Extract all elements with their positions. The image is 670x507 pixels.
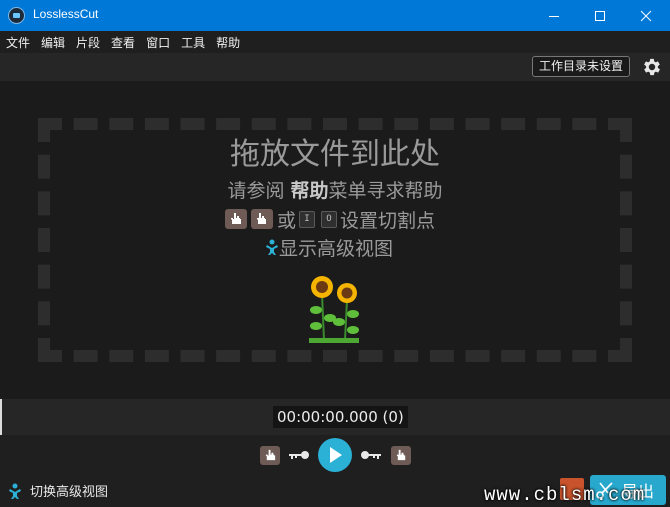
kbd-out: O	[321, 210, 338, 228]
help-hint-suffix: 菜单寻求帮助	[328, 180, 443, 202]
show-advanced-view-link[interactable]: 显示高级视图	[265, 235, 394, 260]
top-toolbar: 工作目录未设置	[0, 53, 670, 81]
set-cut-end-control[interactable]	[391, 446, 411, 465]
play-button[interactable]	[318, 438, 352, 472]
close-icon	[640, 10, 652, 21]
menu-tools[interactable]: 工具	[181, 34, 205, 51]
help-hint-prefix: 请参阅	[227, 180, 291, 202]
menu-bar: 文件 编辑 片段 查看 窗口 工具 帮助	[0, 31, 670, 53]
menu-help[interactable]: 帮助	[216, 34, 240, 51]
hand-pointer-icon	[257, 213, 266, 224]
minimize-button[interactable]	[531, 0, 577, 31]
cutpoint-or: 或	[277, 209, 297, 232]
key-icon[interactable]	[360, 449, 382, 461]
watermark: www.cblsm.com	[484, 484, 646, 506]
set-cut-end-button[interactable]	[251, 209, 273, 229]
set-cut-start-control[interactable]	[260, 446, 280, 465]
set-cut-start-button[interactable]	[225, 209, 247, 229]
key-icon[interactable]	[288, 449, 310, 461]
minimize-icon	[549, 15, 559, 17]
window-title: LosslessCut	[33, 7, 99, 21]
hand-pointer-icon	[265, 449, 275, 461]
maximize-button[interactable]	[577, 0, 623, 31]
menu-view[interactable]: 查看	[111, 34, 135, 51]
menu-window[interactable]: 窗口	[146, 34, 170, 51]
gear-icon[interactable]	[641, 56, 663, 78]
cutpoint-hint: 或 I O 设置切割点	[225, 207, 436, 232]
baby-icon	[9, 483, 21, 499]
baby-icon	[266, 239, 278, 255]
kbd-in: I	[299, 210, 316, 228]
help-hint-bold: 帮助	[290, 180, 329, 202]
help-hint: 请参阅 帮助菜单寻求帮助	[0, 176, 670, 203]
cutpoint-suffix: 设置切割点	[340, 209, 436, 232]
timecode-display[interactable]: 00:00:00.000 (0)	[273, 406, 408, 428]
show-advanced-view-label: 显示高级视图	[279, 237, 394, 260]
toggle-advanced-view-button[interactable]: 切换高级视图	[8, 481, 108, 500]
drop-area[interactable]: 拖放文件到此处 请参阅 帮助菜单寻求帮助 或 I O 设置切割点 显示高级视图	[0, 81, 670, 399]
sunflower-icon	[309, 276, 359, 343]
hand-pointer-icon	[396, 449, 405, 461]
maximize-icon	[595, 10, 605, 21]
working-directory-button[interactable]: 工作目录未设置	[532, 56, 631, 77]
toggle-advanced-view-label: 切换高级视图	[30, 485, 109, 500]
menu-edit[interactable]: 编辑	[41, 34, 65, 51]
menu-segments[interactable]: 片段	[76, 34, 100, 51]
hand-pointer-icon	[231, 213, 241, 224]
play-icon	[330, 447, 342, 463]
app-icon	[8, 7, 25, 24]
menu-file[interactable]: 文件	[6, 34, 30, 51]
drop-title: 拖放文件到此处	[230, 137, 440, 172]
title-bar: LosslessCut	[0, 0, 670, 31]
close-button[interactable]	[623, 0, 669, 31]
